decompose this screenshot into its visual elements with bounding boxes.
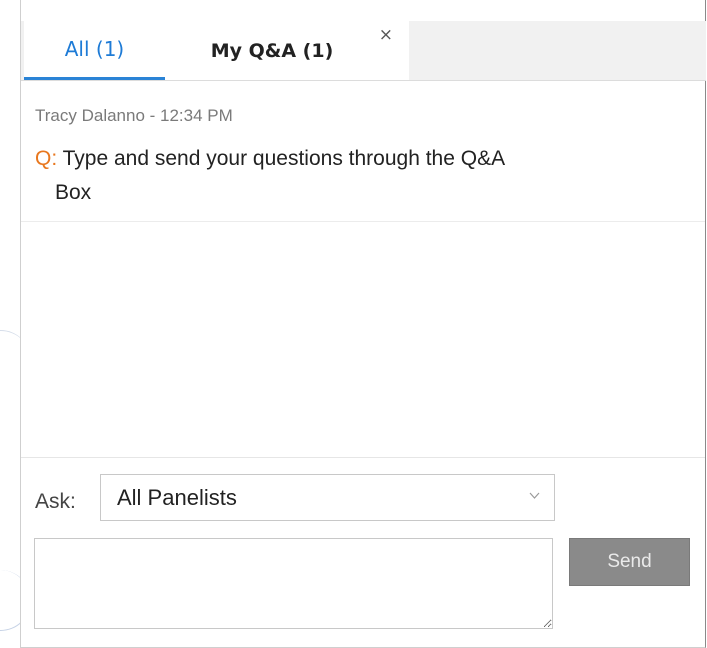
question-meta: Tracy Dalanno - 12:34 PM	[35, 106, 233, 125]
question-text-continued: Box	[55, 181, 92, 204]
divider	[21, 457, 705, 458]
ask-label: Ask:	[35, 490, 76, 513]
tab-my-qa-label: My Q&A (1)	[210, 39, 334, 62]
tab-my-qa[interactable]: My Q&A (1) ×	[165, 21, 409, 80]
close-icon[interactable]: ×	[379, 25, 393, 45]
question-text: Type and send your questions through the…	[62, 147, 506, 170]
chevron-down-icon	[529, 492, 540, 499]
question-body: Q: Type and send your questions through …	[35, 142, 695, 210]
question-item: Tracy Dalanno - 12:34 PM Q: Type and sen…	[21, 80, 705, 222]
ask-recipient-select[interactable]: All Panelists	[100, 474, 555, 521]
tab-all-label: All (1)	[64, 37, 125, 61]
ask-selected-value: All Panelists	[117, 484, 237, 510]
question-input[interactable]	[34, 538, 553, 629]
send-button[interactable]: Send	[569, 538, 690, 586]
tab-all[interactable]: All (1)	[24, 21, 165, 80]
tab-bar: All (1) My Q&A (1) ×	[21, 21, 706, 81]
qa-panel: All (1) My Q&A (1) × Tracy Dalanno - 12:…	[20, 0, 706, 648]
question-prefix: Q:	[35, 147, 58, 170]
